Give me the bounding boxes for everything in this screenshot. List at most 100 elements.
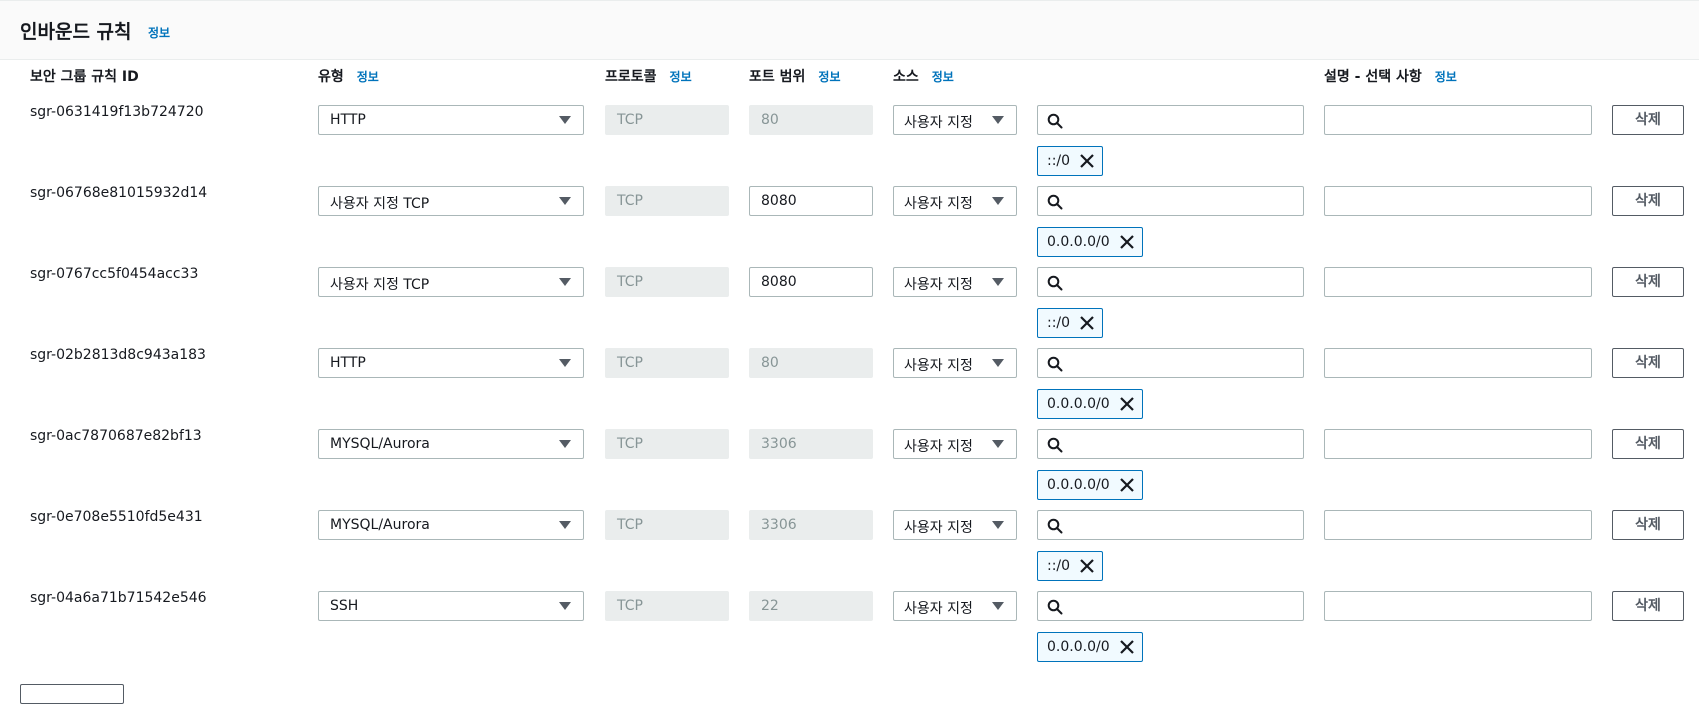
protocol-value: TCP [617,193,643,209]
column-label-rule-id: 보안 그룹 규칙 ID [30,69,139,85]
source-select[interactable]: 사용자 지정 [893,267,1017,297]
description-input[interactable] [1324,267,1592,297]
delete-button[interactable]: 삭제 [1612,267,1684,297]
protocol-field: TCP [605,348,729,378]
description-input[interactable] [1324,510,1592,540]
source-select[interactable]: 사용자 지정 [893,429,1017,459]
cidr-search-input[interactable] [1037,591,1304,621]
source-value: 사용자 지정 [904,358,973,374]
cidr-search-input[interactable] [1037,510,1304,540]
cidr-value: ::/0 [1047,315,1071,331]
source-select[interactable]: 사용자 지정 [893,186,1017,216]
cidr-search-input[interactable] [1037,429,1304,459]
column-header-description: 설명 - 선택 사항 정보 [1324,66,1457,86]
cidr-search-input[interactable] [1037,348,1304,378]
cidr-value: 0.0.0.0/0 [1047,234,1110,250]
search-icon [1047,437,1063,453]
source-info-link[interactable]: 정보 [932,68,954,85]
protocol-field: TCP [605,186,729,216]
source-select[interactable]: 사용자 지정 [893,105,1017,135]
type-select[interactable]: 사용자 지정 TCP [318,186,584,216]
port-range-value: 8080 [761,193,797,209]
delete-button[interactable]: 삭제 [1612,186,1684,216]
close-icon[interactable] [1078,557,1096,575]
type-value: MYSQL/Aurora [330,436,430,452]
close-icon[interactable] [1118,395,1136,413]
cidr-search-input[interactable] [1037,186,1304,216]
delete-button[interactable]: 삭제 [1612,591,1684,621]
close-icon[interactable] [1078,314,1096,332]
type-info-link[interactable]: 정보 [357,68,379,85]
description-input[interactable] [1324,186,1592,216]
caret-down-icon [992,116,1004,124]
protocol-field: TCP [605,429,729,459]
search-icon [1047,356,1063,372]
add-rule-button[interactable] [20,684,124,704]
protocol-value: TCP [617,598,643,614]
cidr-token: ::/0 [1037,146,1104,176]
source-select[interactable]: 사용자 지정 [893,348,1017,378]
cidr-search-input[interactable] [1037,105,1304,135]
type-select[interactable]: HTTP [318,348,584,378]
port-range-info-link[interactable]: 정보 [818,68,840,85]
rule-row: sgr-0ac7870687e82bf13 MYSQL/Aurora TCP 3… [0,428,1699,509]
close-icon[interactable] [1118,476,1136,494]
delete-button[interactable]: 삭제 [1612,429,1684,459]
search-icon [1047,275,1063,291]
type-value: MYSQL/Aurora [330,517,430,533]
caret-down-icon [559,602,571,610]
protocol-value: TCP [617,355,643,371]
cidr-value: ::/0 [1047,558,1071,574]
protocol-info-link[interactable]: 정보 [670,68,692,85]
type-select[interactable]: SSH [318,591,584,621]
search-icon [1047,194,1063,210]
source-select[interactable]: 사용자 지정 [893,591,1017,621]
type-select[interactable]: HTTP [318,105,584,135]
column-label-description: 설명 - 선택 사항 [1324,69,1422,85]
type-select[interactable]: MYSQL/Aurora [318,429,584,459]
delete-button[interactable]: 삭제 [1612,105,1684,135]
type-value: SSH [330,598,359,614]
type-value: 사용자 지정 TCP [330,277,430,293]
source-value: 사용자 지정 [904,520,973,536]
caret-down-icon [559,197,571,205]
close-icon[interactable] [1078,152,1096,170]
port-range-input[interactable]: 8080 [749,186,873,216]
description-info-link[interactable]: 정보 [1435,68,1457,85]
close-icon[interactable] [1118,638,1136,656]
rule-id: sgr-0631419f13b724720 [30,104,204,120]
protocol-value: TCP [617,274,643,290]
port-range-field: 80 [749,348,873,378]
type-select[interactable]: 사용자 지정 TCP [318,267,584,297]
column-label-source: 소스 [893,69,919,85]
rule-row: sgr-0e708e5510fd5e431 MYSQL/Aurora TCP 3… [0,509,1699,590]
protocol-field: TCP [605,510,729,540]
source-value: 사용자 지정 [904,277,973,293]
delete-button[interactable]: 삭제 [1612,510,1684,540]
description-input[interactable] [1324,105,1592,135]
protocol-field: TCP [605,105,729,135]
caret-down-icon [559,116,571,124]
description-input[interactable] [1324,348,1592,378]
column-label-type: 유형 [318,69,344,85]
description-input[interactable] [1324,591,1592,621]
delete-button[interactable]: 삭제 [1612,348,1684,378]
port-range-field: 80 [749,105,873,135]
close-icon[interactable] [1118,233,1136,251]
panel-info-link[interactable]: 정보 [148,24,170,41]
caret-down-icon [992,440,1004,448]
cidr-token: 0.0.0.0/0 [1037,389,1143,419]
cidr-token: 0.0.0.0/0 [1037,227,1143,257]
description-input[interactable] [1324,429,1592,459]
rule-id: sgr-0e708e5510fd5e431 [30,509,203,525]
caret-down-icon [992,521,1004,529]
rule-id: sgr-02b2813d8c943a183 [30,347,206,363]
cidr-search-input[interactable] [1037,267,1304,297]
type-select[interactable]: MYSQL/Aurora [318,510,584,540]
source-select[interactable]: 사용자 지정 [893,510,1017,540]
search-icon [1047,518,1063,534]
column-header-rule-id: 보안 그룹 규칙 ID [30,66,139,86]
caret-down-icon [992,602,1004,610]
protocol-value: TCP [617,112,643,128]
port-range-input[interactable]: 8080 [749,267,873,297]
